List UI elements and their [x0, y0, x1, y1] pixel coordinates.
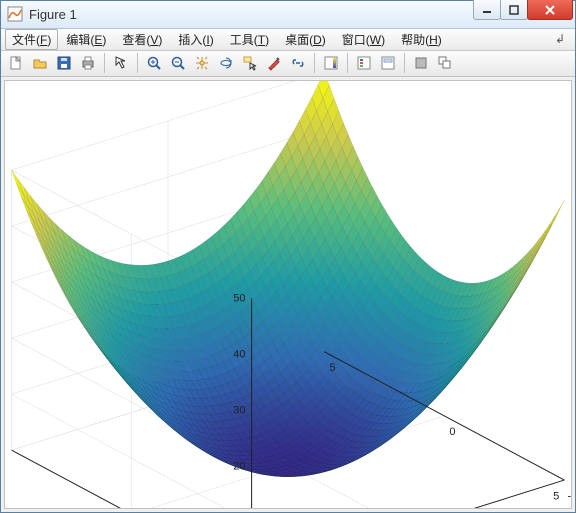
menu-f[interactable]: 文件(F) — [5, 29, 58, 50]
maximize-button[interactable] — [500, 0, 528, 20]
toolbar-separator — [404, 53, 405, 73]
edit-plot-button[interactable] — [110, 52, 132, 74]
svg-text:5: 5 — [329, 362, 335, 374]
svg-text:-5: -5 — [567, 490, 571, 502]
svg-text:20: 20 — [233, 460, 245, 472]
menu-d[interactable]: 桌面(D) — [277, 29, 334, 50]
window-controls — [474, 0, 573, 20]
open-button[interactable] — [29, 52, 51, 74]
svg-text:30: 30 — [233, 404, 245, 416]
insert-text-button[interactable] — [377, 52, 399, 74]
toolbar-separator — [347, 53, 348, 73]
svg-text:5: 5 — [553, 490, 559, 502]
axes-3d[interactable]: 01020304050-505-505 — [4, 80, 572, 510]
brush-button[interactable] — [263, 52, 285, 74]
window-title: Figure 1 — [29, 7, 474, 22]
toolbar — [1, 51, 575, 77]
svg-text:40: 40 — [233, 348, 245, 360]
figure-window: Figure 1 文件(F)编辑(E)查看(V)插入(I)工具(T)桌面(D)窗… — [0, 0, 576, 513]
new-figure-button[interactable] — [5, 52, 27, 74]
surface-plot: 01020304050-505-505 — [5, 81, 571, 509]
menu-h[interactable]: 帮助(H) — [393, 29, 450, 50]
svg-text:0: 0 — [449, 426, 455, 438]
save-button[interactable] — [53, 52, 75, 74]
pan-button[interactable] — [191, 52, 213, 74]
menu-bar: 文件(F)编辑(E)查看(V)插入(I)工具(T)桌面(D)窗口(W)帮助(H)… — [1, 29, 575, 51]
toolbar-separator — [104, 53, 105, 73]
menu-overflow-icon[interactable]: ↲ — [549, 32, 571, 46]
rotate-3d-button[interactable] — [215, 52, 237, 74]
menu-w[interactable]: 窗口(W) — [334, 29, 393, 50]
show-plot-tools-button[interactable] — [434, 52, 456, 74]
zoom-in-button[interactable] — [143, 52, 165, 74]
toolbar-separator — [314, 53, 315, 73]
matlab-figure-icon — [7, 6, 23, 22]
close-button[interactable] — [527, 0, 573, 20]
menu-i[interactable]: 插入(I) — [170, 29, 221, 50]
menu-v[interactable]: 查看(V) — [114, 29, 170, 50]
minimize-button[interactable] — [473, 0, 501, 20]
zoom-out-button[interactable] — [167, 52, 189, 74]
link-button[interactable] — [287, 52, 309, 74]
menu-t[interactable]: 工具(T) — [222, 29, 277, 50]
toolbar-separator — [137, 53, 138, 73]
menu-e[interactable]: 编辑(E) — [58, 29, 114, 50]
data-cursor-button[interactable] — [239, 52, 261, 74]
print-button[interactable] — [77, 52, 99, 74]
insert-colorbar-button[interactable] — [320, 52, 342, 74]
insert-legend-button[interactable] — [353, 52, 375, 74]
svg-text:50: 50 — [233, 292, 245, 304]
hide-plot-tools-button[interactable] — [410, 52, 432, 74]
title-bar[interactable]: Figure 1 — [1, 1, 575, 29]
